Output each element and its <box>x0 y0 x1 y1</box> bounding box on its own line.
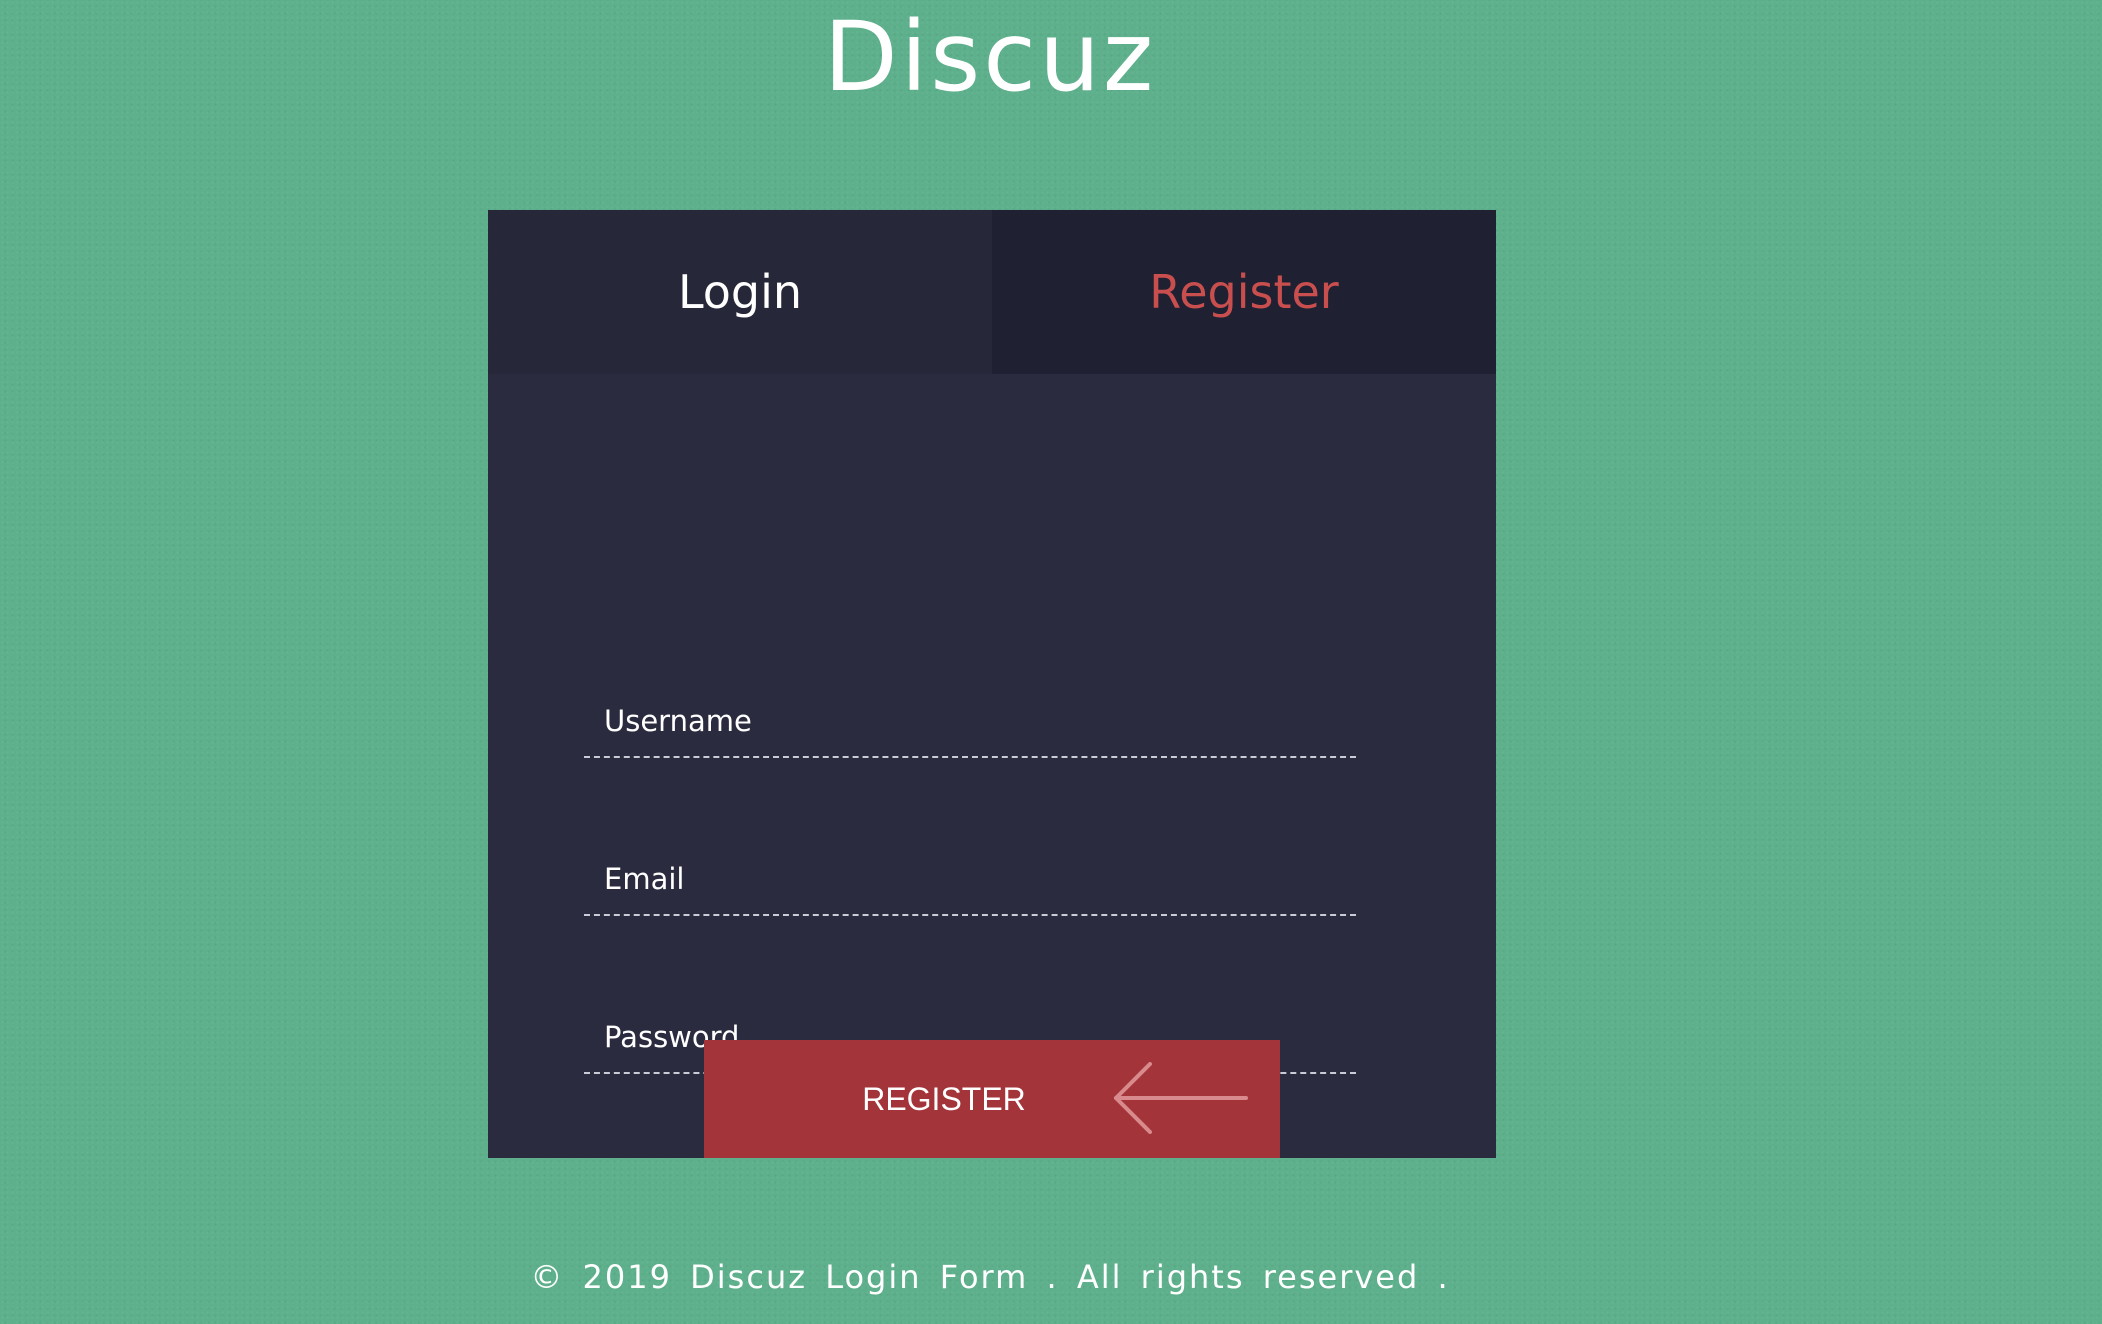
arrow-left-icon <box>1114 1062 1248 1134</box>
tab-register[interactable]: Register <box>992 210 1496 374</box>
auth-panel: Login Register <box>488 210 1496 1158</box>
email-input[interactable] <box>584 844 1356 914</box>
register-button[interactable]: REGISTER <box>704 1040 1280 1158</box>
username-field <box>584 686 1356 758</box>
username-input[interactable] <box>584 686 1356 756</box>
site-title: Discuz <box>823 1 1157 113</box>
auth-tabs: Login Register <box>488 210 1496 374</box>
email-field <box>584 844 1356 916</box>
tab-login[interactable]: Login <box>488 210 992 374</box>
footer-copyright: © 2019 Discuz Login Form . All rights re… <box>530 1258 1450 1296</box>
